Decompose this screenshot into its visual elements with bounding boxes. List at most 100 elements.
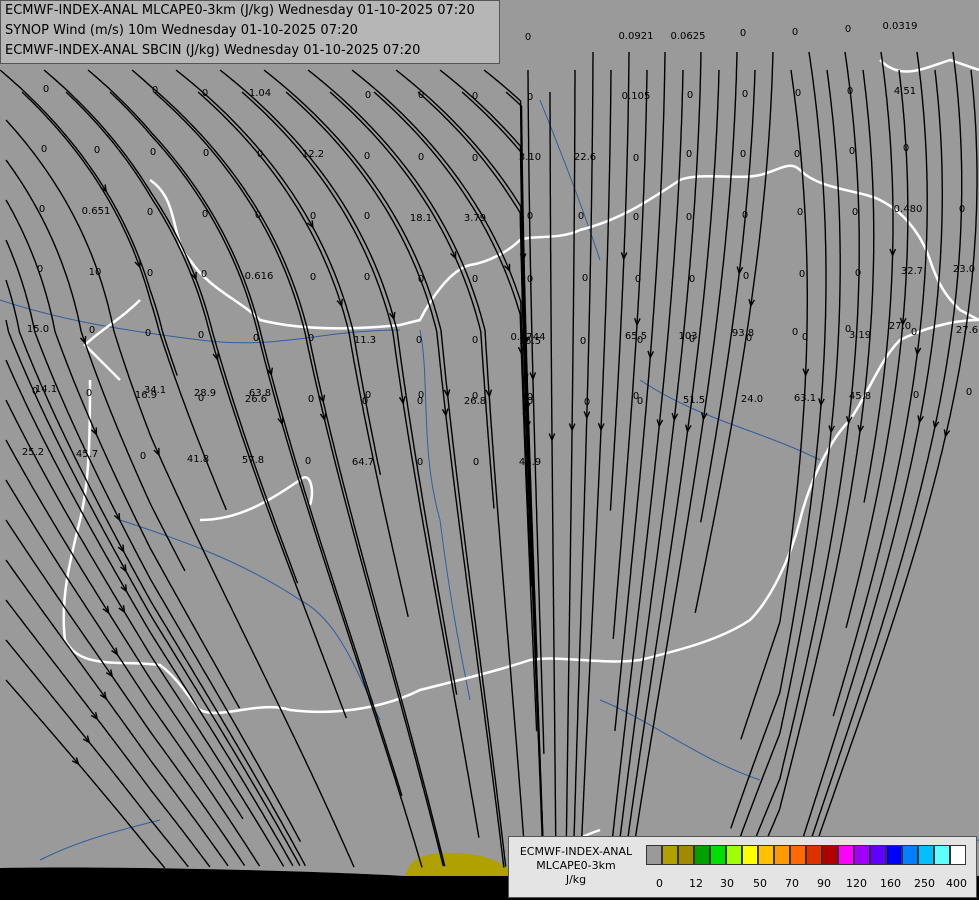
legend-swatch: [678, 845, 694, 865]
cin-value-label: 65.5: [625, 331, 647, 342]
cin-value-label: 0: [257, 149, 263, 160]
cin-value-label: 0: [472, 335, 478, 346]
cin-value-label: 0: [417, 457, 423, 468]
cin-value-label: 41.8: [187, 454, 209, 465]
cin-value-label: 22.6: [574, 152, 596, 163]
cin-value-label: 27.6: [956, 325, 978, 336]
legend-swatches: [646, 845, 966, 867]
cin-value-label: 0: [365, 90, 371, 101]
cin-value-label: 63.1: [794, 393, 816, 404]
cin-value-label: 0: [202, 88, 208, 99]
cin-value-label: 0: [140, 451, 146, 462]
cin-value-label: 0: [959, 204, 965, 215]
cin-value-label: 93.8: [732, 328, 754, 339]
cin-value-label: 0: [742, 210, 748, 221]
cin-value-label: 0: [418, 390, 424, 401]
legend-swatch: [790, 845, 806, 865]
cin-value-label: 0: [845, 24, 851, 35]
cin-value-label: 0: [310, 211, 316, 222]
cin-value-label: 0: [527, 211, 533, 222]
cin-value-label: 0: [582, 273, 588, 284]
cin-value-label: 14.1: [35, 384, 57, 395]
legend-swatch: [662, 845, 678, 865]
legend-swatch: [950, 845, 966, 865]
cin-value-label: 0: [847, 86, 853, 97]
cin-value-label: 51.5: [683, 395, 705, 406]
cin-value-label: 0: [150, 147, 156, 158]
cin-value-label: 3.19: [849, 330, 871, 341]
cin-value-label: 45.8: [849, 391, 871, 402]
cin-value-label: 0: [152, 85, 158, 96]
legend-unit: J/kg: [565, 873, 587, 886]
legend-swatch: [886, 845, 902, 865]
cin-value-label: 0: [802, 332, 808, 343]
cin-value-label: 0.105: [622, 91, 651, 102]
cin-value-label: 0: [418, 152, 424, 163]
legend-swatch: [870, 845, 886, 865]
cin-value-label: 0: [849, 146, 855, 157]
cin-value-label: 0: [201, 269, 207, 280]
cin-value-label: 0.0319: [883, 21, 918, 32]
cin-value-label: 45.7: [76, 449, 98, 460]
legend-tick: 400: [946, 877, 967, 890]
info-panel: ECMWF-INDEX-ANAL MLCAPE0-3km (J/kg) Wedn…: [0, 0, 500, 64]
cin-value-label: 0: [86, 388, 92, 399]
cin-value-label: 0: [472, 153, 478, 164]
legend-swatch: [806, 845, 822, 865]
cin-value-label: 0: [794, 149, 800, 160]
legend-swatch: [646, 845, 662, 865]
cin-value-label: 15.0: [27, 324, 49, 335]
legend-tick: 30: [720, 877, 734, 890]
color-legend: ECMWF-INDEX-ANAL MLCAPE0-3km J/kg 0 12 30 5…: [508, 836, 977, 898]
cin-value-label: 23.0: [953, 264, 975, 275]
cin-value-label: 25.2: [22, 447, 44, 458]
cin-value-label: 0: [145, 328, 151, 339]
cin-value-label: 0: [472, 391, 478, 402]
cin-value-label: 0: [578, 211, 584, 222]
legend-swatch: [918, 845, 934, 865]
cin-value-label: 1.04: [249, 88, 271, 99]
cin-value-label: 3.79: [464, 213, 486, 224]
cin-value-label: 103: [678, 331, 697, 342]
cin-value-label: 0: [89, 325, 95, 336]
cin-value-label: 0: [37, 264, 43, 275]
cin-value-label: 0: [365, 390, 371, 401]
legend-swatch: [838, 845, 854, 865]
cin-value-label: 0: [525, 32, 531, 43]
cin-value-label: 0: [39, 204, 45, 215]
cin-value-label: 0: [472, 274, 478, 285]
cin-value-label: 0: [308, 394, 314, 405]
legend-swatch: [726, 845, 742, 865]
cin-value-label: 0: [740, 149, 746, 160]
cin-value-label: 0: [633, 391, 639, 402]
cin-value-label: 0: [94, 145, 100, 156]
cin-value-label: 0: [364, 211, 370, 222]
legend-tick: 50: [753, 877, 767, 890]
cin-value-label: 64.7: [352, 457, 374, 468]
cin-value-label: 0: [418, 90, 424, 101]
cin-value-label: 0: [147, 207, 153, 218]
cin-value-label: 0: [799, 269, 805, 280]
cin-value-label: 0: [792, 27, 798, 38]
cin-value-label: 0: [472, 91, 478, 102]
legend-tick: 160: [880, 877, 901, 890]
legend-swatch: [742, 845, 758, 865]
legend-swatch: [758, 845, 774, 865]
cin-value-label: 0: [584, 397, 590, 408]
cin-value-label: 0: [253, 333, 259, 344]
legend-swatch: [710, 845, 726, 865]
legend-tick: 0: [656, 877, 663, 890]
cin-value-label: 0: [635, 274, 641, 285]
cin-value-label: 0: [147, 268, 153, 279]
cin-value-label: 0: [43, 84, 49, 95]
cin-value-label: 0: [255, 210, 261, 221]
cin-value-label: 0.0744: [511, 332, 546, 343]
legend-swatch: [854, 845, 870, 865]
cin-value-label: 0: [364, 272, 370, 283]
cin-value-label: 0: [742, 89, 748, 100]
cin-value-label: 34.1: [144, 385, 166, 396]
legend-tick: 250: [914, 877, 935, 890]
legend-swatch: [902, 845, 918, 865]
header-line-wind: SYNOP Wind (m/s) 10m Wednesday 01-10-202…: [5, 23, 358, 38]
weather-map[interactable]: 0 0.0921 0.0625 0 0 0 0.0319 0 0 0 1.04 0 0 0 0 0.105 0 0…: [0, 0, 979, 900]
